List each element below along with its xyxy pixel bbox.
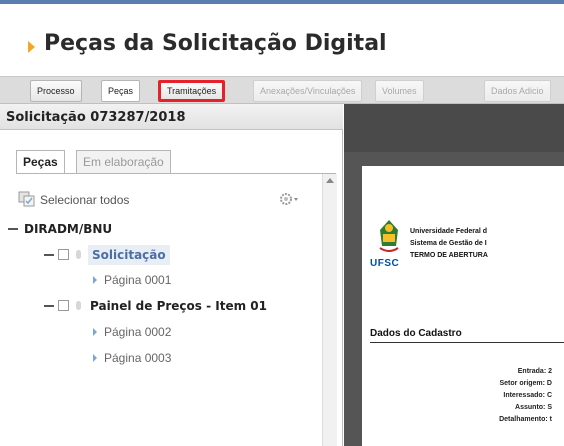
collapse-icon[interactable]	[44, 254, 54, 256]
leaf-icon	[76, 301, 81, 310]
doc-header-line: Sistema de Gestão de I	[410, 240, 487, 247]
page-title: Peças da Solicitação Digital	[44, 31, 387, 56]
title-arrow-icon	[28, 41, 35, 53]
tree-root-label: DIRADM/BNU	[24, 222, 113, 236]
scroll-up-arrow-icon[interactable]	[326, 178, 334, 183]
tree-page-item[interactable]: Página 0003	[0, 348, 320, 368]
page-arrow-icon	[93, 276, 97, 284]
tree-page-item[interactable]: Página 0002	[0, 322, 320, 342]
tree-node-label[interactable]: Painel de Preços - Item 01	[90, 296, 267, 316]
subtab-em-elaboracao[interactable]: Em elaboração	[76, 150, 171, 174]
request-number: Solicitação 073287/2018	[6, 110, 186, 125]
doc-field: Entrada: 2	[517, 368, 552, 375]
gear-icon[interactable]	[278, 190, 300, 208]
top-accent-stripe	[0, 0, 564, 7]
collapse-icon[interactable]	[8, 228, 18, 230]
select-all-icon[interactable]	[18, 191, 36, 207]
tree-page-label[interactable]: Página 0002	[104, 322, 171, 342]
select-all-link[interactable]: Selecionar todos	[40, 193, 129, 207]
leaf-icon	[76, 250, 81, 259]
tree-page-item[interactable]: Página 0001	[0, 270, 320, 290]
tab-tramitacoes[interactable]: Tramitações	[158, 80, 226, 102]
tree-toolbar: Selecionar todos	[0, 189, 320, 211]
page-arrow-icon	[93, 354, 97, 362]
tab-processo[interactable]: Processo	[30, 80, 82, 102]
doc-field: Detalhamento: t	[499, 416, 552, 423]
tree-node-solicitacao[interactable]: Solicitação	[0, 245, 320, 265]
doc-field: Setor origem: D	[499, 380, 552, 387]
checkbox[interactable]	[58, 249, 69, 260]
page-arrow-icon	[93, 328, 97, 336]
panel-header: Solicitação 073287/2018	[0, 104, 343, 130]
doc-header-line: TERMO DE ABERTURA	[410, 252, 488, 259]
tree-node-label[interactable]: Solicitação	[88, 245, 170, 265]
tab-anexacoes-vinculacoes: Anexações/Vinculações	[253, 80, 363, 102]
document-preview-panel: UFSC Universidade Federal d Sistema de G…	[344, 104, 564, 446]
document-page: UFSC Universidade Federal d Sistema de G…	[362, 166, 564, 446]
tree-node-painel-de-precos[interactable]: Painel de Preços - Item 01	[0, 296, 320, 316]
checkbox[interactable]	[58, 300, 69, 311]
doc-header-line: Universidade Federal d	[410, 228, 488, 235]
doc-section-title: Dados do Cadastro	[370, 328, 462, 339]
main-tabs-bar: Processo Peças Tramitações Anexações/Vin…	[0, 76, 564, 104]
tree-scrollbar[interactable]	[322, 174, 337, 446]
doc-field: Assunto: S	[515, 404, 552, 411]
tab-pecas[interactable]: Peças	[101, 80, 141, 102]
title-bar: Peças da Solicitação Digital	[0, 7, 564, 79]
subtab-pecas[interactable]: Peças	[16, 150, 65, 174]
tab-volumes: Volumes	[375, 80, 424, 102]
doc-field: Interessado: C	[503, 392, 552, 399]
collapse-icon[interactable]	[44, 305, 54, 307]
tab-dados-adicionais: Dados Adicio	[484, 80, 551, 102]
logo-text: UFSC	[370, 258, 400, 269]
pieces-panel: Solicitação 073287/2018 Peças Em elabora…	[0, 104, 343, 446]
tree-root[interactable]: DIRADM/BNU	[0, 219, 320, 239]
tree-page-label[interactable]: Página 0003	[104, 348, 171, 368]
ufsc-logo-icon	[379, 220, 399, 252]
tree-page-label[interactable]: Página 0001	[104, 270, 171, 290]
preview-toolbar	[344, 104, 564, 152]
doc-section-divider	[370, 342, 564, 343]
subtab-divider	[16, 173, 336, 174]
